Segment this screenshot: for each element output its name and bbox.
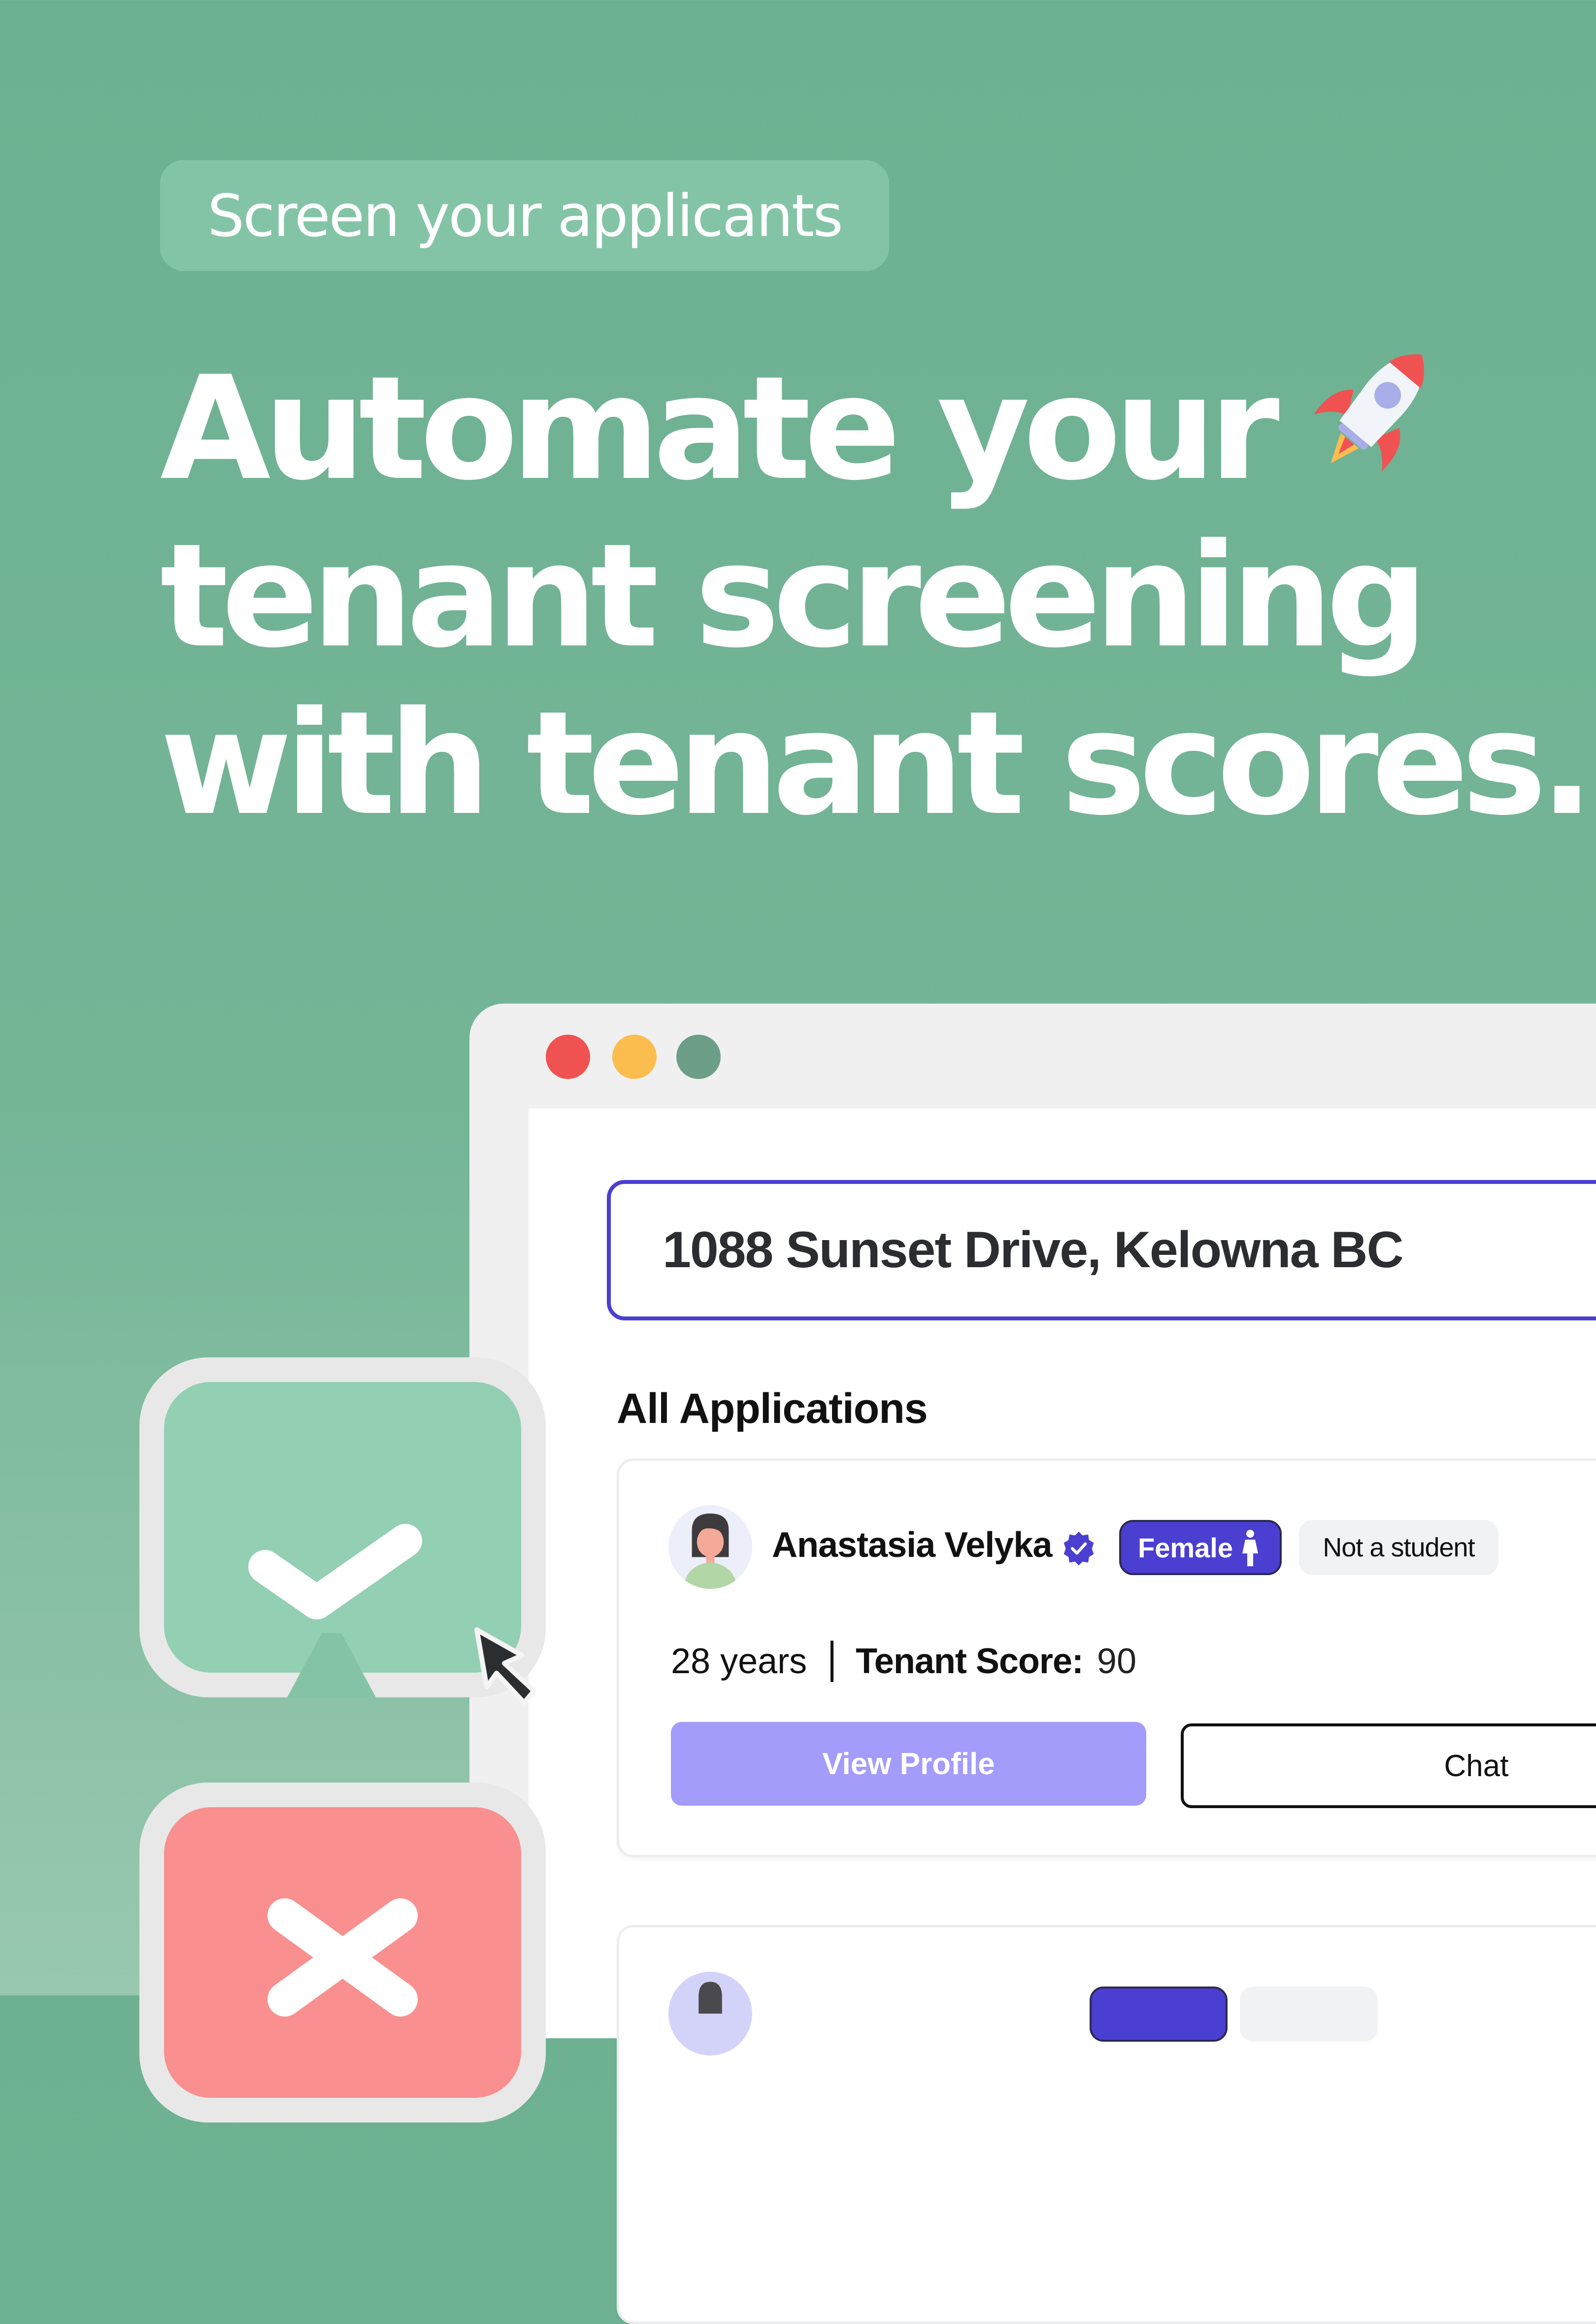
avatar [668, 1505, 752, 1589]
student-status-badge: Not a student [1299, 1520, 1498, 1575]
section-title: All Applications [617, 1385, 928, 1432]
applicant-meta: 28 years Tenant Score: 90 [671, 1641, 1136, 1682]
tag-label: Screen your applicants [207, 181, 843, 250]
view-profile-button[interactable]: View Profile [671, 1722, 1146, 1806]
headline-line-1: Automate your [160, 346, 1280, 512]
tenant-score-value: 90 [1097, 1642, 1136, 1681]
mouse-cursor-icon [474, 1627, 536, 1705]
headline-line-2: tenant screening [160, 513, 1428, 679]
app-content: 1088 Sunset Drive, Kelowna BC All Applic… [529, 1109, 1596, 2324]
female-icon [1242, 1530, 1258, 1566]
gender-badge-label: Female [1138, 1532, 1233, 1563]
person-avatar-icon [698, 1982, 722, 2014]
property-address-field[interactable]: 1088 Sunset Drive, Kelowna BC [607, 1180, 1596, 1320]
student-status-badge [1240, 1987, 1378, 2042]
close-window-button[interactable] [546, 1035, 590, 1079]
applicant-name[interactable]: Anastasia Velyka [772, 1525, 1052, 1565]
browser-window: 1088 Sunset Drive, Kelowna BC All Applic… [469, 1004, 1596, 2324]
application-card: Anastasia Velyka Female Not a student 28… [617, 1458, 1596, 1857]
headline-line-3: with tenant scores. [160, 681, 1594, 847]
tenant-score-label: Tenant Score: [856, 1642, 1084, 1681]
x-icon [267, 1898, 418, 2017]
property-address-value: 1088 Sunset Drive, Kelowna BC [663, 1221, 1404, 1279]
avatar [668, 1972, 752, 2055]
person-avatar-icon [683, 1514, 737, 1589]
gender-badge: Female [1119, 1520, 1282, 1575]
rocket-icon [1313, 354, 1424, 472]
verified-badge-icon [1064, 1531, 1094, 1566]
application-card [617, 1925, 1596, 2324]
maximize-window-button[interactable] [676, 1035, 721, 1079]
headline: Automate your tenant screening with tena… [160, 335, 1594, 848]
gender-badge [1090, 1987, 1228, 2042]
divider [831, 1641, 834, 1682]
minimize-window-button[interactable] [612, 1035, 657, 1079]
tag-pill: Screen your applicants [160, 160, 889, 271]
reject-button[interactable] [139, 1783, 546, 2122]
chat-button[interactable]: Chat [1181, 1723, 1596, 1808]
applicant-age: 28 years [671, 1642, 807, 1681]
